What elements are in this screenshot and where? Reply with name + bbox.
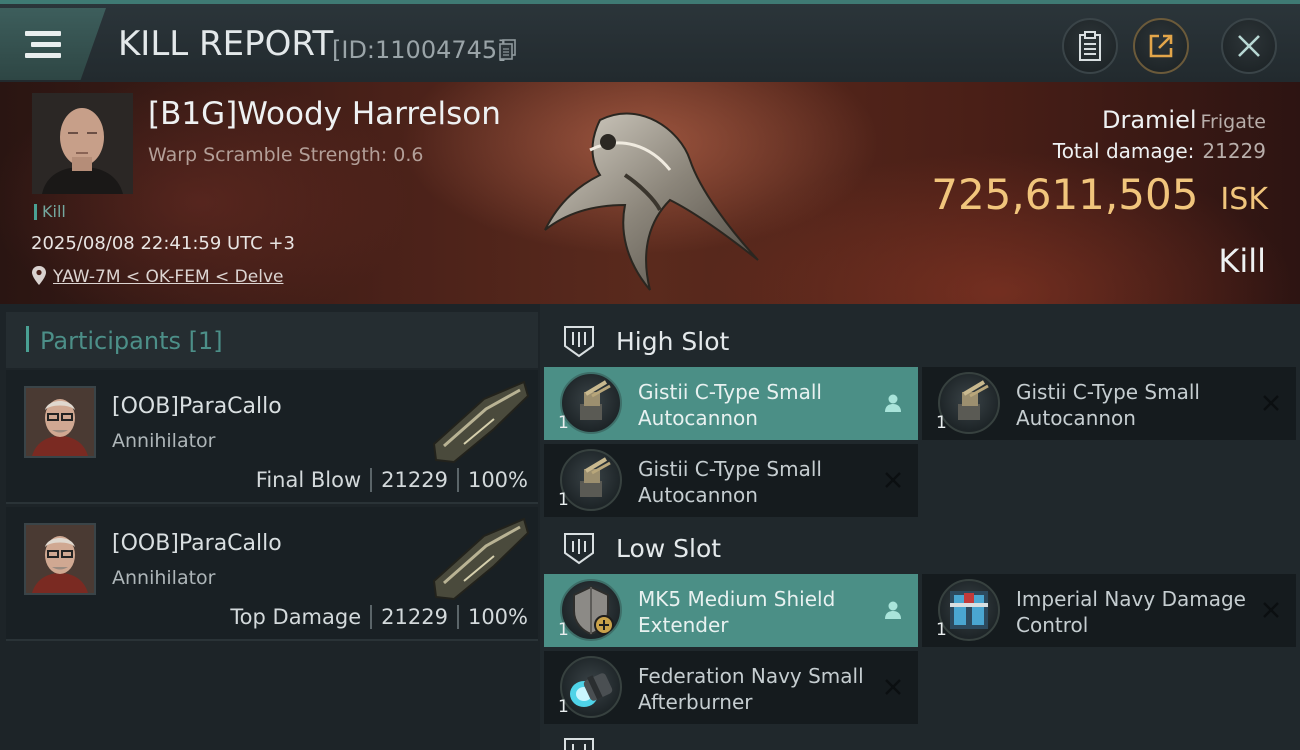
participant-ship: Annihilator: [112, 430, 216, 452]
warp-scramble-strength: Warp Scramble Strength: 0.6: [148, 144, 424, 166]
participants-panel: Participants [1] [OOB]ParaCallo Annihila…: [0, 304, 540, 750]
victim-portrait[interactable]: [32, 93, 133, 194]
destroyed-x-icon: [1263, 602, 1279, 618]
kill-timestamp: 2025/08/08 22:41:59 UTC +3: [31, 233, 295, 254]
afterburner-icon: [560, 656, 622, 718]
dropped-person-icon: [885, 394, 901, 412]
menu-button[interactable]: [0, 8, 106, 80]
module-name: Gistii C-Type Small Autocannon: [638, 457, 822, 507]
high-slot-header: High Slot: [544, 310, 1298, 372]
close-button[interactable]: [1221, 18, 1277, 74]
participant-ship: Annihilator: [112, 567, 216, 589]
module-name: Imperial Navy Damage Control: [1016, 587, 1246, 637]
module-quantity: 1: [558, 413, 569, 433]
victim-ship: Dramiel Frigate: [1102, 106, 1266, 134]
participant-row[interactable]: [OOB]ParaCallo Annihilator Top Damage 21…: [6, 507, 538, 641]
share-icon: [1149, 34, 1173, 58]
high-slot-title: High Slot: [616, 326, 730, 356]
participant-name: [OOB]ParaCallo: [112, 394, 282, 419]
shield-extender-icon: [560, 579, 622, 641]
destroyed-x-icon: [1263, 395, 1279, 411]
clipboard-icon: [1079, 31, 1101, 61]
participant-stats: Final Blow 21229 100%: [256, 468, 528, 492]
mid-slot-icon-partial: [564, 738, 594, 750]
page-title: KILL REPORT: [118, 24, 334, 64]
module-name: Gistii C-Type Small Autocannon: [1016, 380, 1200, 430]
participant-portrait[interactable]: [24, 386, 96, 458]
kill-status: Kill: [1218, 242, 1266, 280]
participant-damage-percent: 100%: [467, 468, 528, 492]
kill-report-id: [ID:11004745]: [332, 36, 507, 64]
victim-ship-image[interactable]: [530, 90, 770, 295]
module-item[interactable]: 1 Gistii C-Type Small Autocannon: [544, 367, 918, 440]
dropped-person-icon: [885, 601, 901, 619]
hamburger-menu-icon: [25, 30, 61, 58]
share-button[interactable]: [1133, 18, 1189, 74]
report-button[interactable]: [1062, 18, 1118, 74]
isk-amount: 725,611,505: [931, 170, 1199, 219]
module-quantity: 1: [936, 620, 947, 640]
participant-role: Top Damage: [230, 605, 362, 629]
low-slot-icon: [564, 533, 594, 565]
participant-damage: 21229: [381, 605, 448, 629]
fitting-panel: High Slot 1 Gistii C-Type Small Autocann…: [540, 304, 1300, 750]
victim-ship-class: Frigate: [1200, 111, 1266, 133]
module-item[interactable]: 1 MK5 Medium Shield Extender: [544, 574, 918, 647]
low-slot-header: Low Slot: [544, 517, 1298, 579]
module-quantity: 1: [558, 697, 569, 717]
module-name: MK5 Medium Shield Extender: [638, 587, 836, 637]
low-slot-title: Low Slot: [616, 533, 722, 563]
copy-icon[interactable]: [499, 39, 516, 60]
kill-tag: Kill: [34, 204, 66, 220]
header-bar: KILL REPORT [ID:11004745]: [0, 0, 1300, 82]
autocannon-icon: [938, 372, 1000, 434]
location-pin-icon: [32, 266, 46, 285]
total-damage-label: Total damage:: [1052, 139, 1195, 163]
module-quantity: 1: [558, 490, 569, 510]
participant-ship-image: [432, 380, 530, 464]
participant-stats: Top Damage 21229 100%: [230, 605, 528, 629]
autocannon-icon: [560, 372, 622, 434]
module-quantity: 1: [558, 620, 569, 640]
damage-control-icon: [938, 579, 1000, 641]
kill-location-link[interactable]: YAW-7M < OK-FEM < Delve: [53, 267, 283, 287]
module-item[interactable]: 1 Imperial Navy Damage Control: [922, 574, 1296, 647]
victim-name: [B1G]Woody Harrelson: [148, 96, 501, 132]
close-icon: [1238, 35, 1260, 57]
total-damage: Total damage: 21229: [1053, 139, 1266, 163]
destroyed-x-icon: [885, 679, 901, 695]
victim-banner: [B1G]Woody Harrelson Warp Scramble Stren…: [0, 82, 1300, 304]
participant-portrait[interactable]: [24, 523, 96, 595]
participant-damage: 21229: [381, 468, 448, 492]
total-damage-value: 21229: [1202, 139, 1266, 163]
participants-header: Participants [1]: [6, 312, 538, 368]
participant-damage-percent: 100%: [467, 605, 528, 629]
participants-title: Participants [1]: [40, 327, 223, 355]
victim-ship-name: Dramiel: [1101, 106, 1197, 134]
isk-unit: ISK: [1220, 182, 1268, 217]
participant-row[interactable]: [OOB]ParaCallo Annihilator Final Blow 21…: [6, 370, 538, 504]
module-quantity: 1: [936, 413, 947, 433]
destroyed-x-icon: [885, 472, 901, 488]
isk-value: 725,611,505 ISK: [931, 170, 1268, 219]
module-item[interactable]: 1 Federation Navy Small Afterburner: [544, 651, 918, 724]
autocannon-icon: [560, 449, 622, 511]
module-name: Federation Navy Small Afterburner: [638, 664, 864, 714]
high-slot-icon: [564, 326, 594, 358]
module-item[interactable]: 1 Gistii C-Type Small Autocannon: [922, 367, 1296, 440]
participant-name: [OOB]ParaCallo: [112, 531, 282, 556]
participant-ship-image: [432, 517, 530, 601]
module-item[interactable]: 1 Gistii C-Type Small Autocannon: [544, 444, 918, 517]
module-name: Gistii C-Type Small Autocannon: [638, 380, 822, 430]
participant-role: Final Blow: [255, 468, 362, 492]
